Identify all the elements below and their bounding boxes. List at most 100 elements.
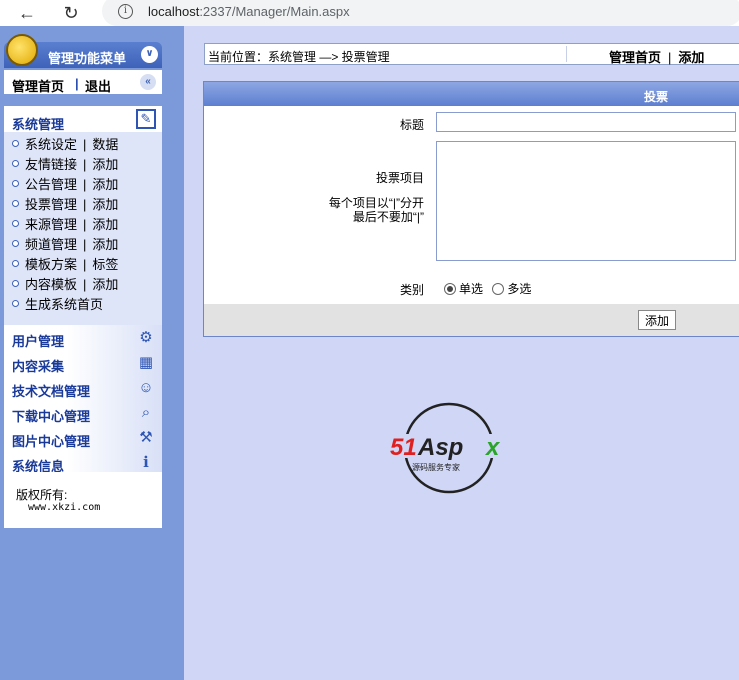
sidebar-item-separator: | [83,137,87,152]
add-link[interactable]: 添加 [678,50,704,65]
items-label: 投票项目 [375,171,424,185]
manage-home-link[interactable]: 管理首页 [609,50,661,65]
logo-tagline: 源码服务专家 [412,462,460,472]
multiple-choice-radio[interactable] [492,283,505,295]
sidebar-group[interactable]: 下载中心管理 ⌕ [4,400,162,425]
logo-number: 51 [390,434,417,461]
location-links: 管理首页 | 添加 [609,47,704,66]
sidebar-item-link[interactable]: 来源管理 [25,217,77,232]
bullet-icon [12,220,19,227]
browser-toolbar: ← ↻ i localhost:2337/Manager/Main.aspx [0,0,739,26]
sidebar-item-separator: | [83,217,87,232]
single-choice-radio[interactable] [444,283,456,295]
sidebar-item-action-link[interactable]: 添加 [92,177,118,192]
bullet-icon [12,180,19,187]
sidebar-item-link[interactable]: 公告管理 [25,177,77,192]
sidebar-menu-row: 系统设定 | 数据 [12,134,118,154]
reload-icon[interactable]: ↻ [56,0,86,26]
51aspx-logo: 51 Asp x 源码服务专家 [384,402,514,494]
sidebar-item-action-link[interactable]: 添加 [92,157,118,172]
sidebar-item-action-link[interactable]: 添加 [92,217,118,232]
bullet-icon [12,240,19,247]
bullet-icon [12,280,19,287]
system-management-header[interactable]: 系统管理 ✎ [4,106,162,132]
single-choice-label[interactable]: 单选 [459,282,483,296]
multiple-choice-label[interactable]: 多选 [507,282,531,296]
sidebar-item-separator: | [83,197,87,212]
sidebar-menu-row: 内容模板 | 添加 [12,274,118,294]
items-hint-line2: 最后不要加“|” [352,210,424,224]
sidebar-group-label: 图片中心管理 [12,434,91,449]
sidebar-item-link[interactable]: 系统设定 [25,137,77,152]
sidebar-group-label: 用户管理 [12,334,65,349]
sidebar-item-link[interactable]: 生成系统首页 [25,297,103,312]
site-info-icon[interactable]: i [118,4,133,19]
sidebar-menu-row: 频道管理 | 添加 [12,234,118,254]
breadcrumb: 当前位置：系统管理 —> 投票管理 [208,50,390,64]
title-input[interactable] [436,112,736,132]
bullet-icon [12,140,19,147]
sidebar-item-action-link[interactable]: 添加 [92,197,118,212]
items-textarea[interactable] [436,141,736,261]
menu-header: 管理功能菜单 ∨ [4,34,162,68]
sidebar-item-link[interactable]: 友情链接 [25,157,77,172]
bullet-icon [12,260,19,267]
sidebar-group[interactable]: 内容采集 ▦ [4,350,162,375]
sidebar-item-action-link[interactable]: 数据 [92,137,118,152]
sidebar-menu-row: 友情链接 | 添加 [12,154,118,174]
copyright-url: www.xkzi.com [28,502,101,513]
person-icon: ☺ [138,378,154,396]
main-content: 当前位置：系统管理 —> 投票管理 管理首页 | 添加 投票 标题 投票项目 每个项… [184,26,739,680]
add-button[interactable]: 添加 [638,310,676,330]
vote-form: 投票 标题 投票项目 每个项目以“|”分开 最后不要加“|” 类别 单选 多选 … [203,81,739,337]
quick-home-link[interactable]: 管理首页 [12,76,64,95]
collapse-menu-icon[interactable]: ∨ [141,46,158,63]
location-link-separator: | [668,50,672,65]
sidebar-menu-row: 模板方案 | 标签 [12,254,118,274]
sidebar-group[interactable]: 技术文档管理 ☺ [4,375,162,400]
sidebar-item-action-link[interactable]: 添加 [92,277,118,292]
location-bar: 当前位置：系统管理 —> 投票管理 管理首页 | 添加 [204,43,739,65]
sidebar-item-action-link[interactable]: 标签 [92,257,118,272]
location-divider [566,46,567,62]
url-text[interactable]: localhost:2337/Manager/Main.aspx [148,4,350,19]
sidebar-item-link[interactable]: 频道管理 [25,237,77,252]
collapse-sidebar-icon[interactable]: « [140,74,156,90]
bullet-icon [12,200,19,207]
menu-logo-icon [6,34,38,66]
system-management-title: 系统管理 [12,117,65,132]
sidebar-group-label: 内容采集 [12,359,65,374]
bullet-icon [12,300,19,307]
items-hint-line1: 每个项目以“|”分开 [328,196,424,210]
sidebar-item-link[interactable]: 投票管理 [25,197,77,212]
info-icon: ℹ [143,454,149,471]
back-arrow-icon[interactable]: ← [12,0,42,26]
sidebar-group-label: 下载中心管理 [12,409,91,424]
form-title: 投票 [644,90,669,104]
form-footer: 添加 [204,304,739,336]
users-icon: ⚙ [139,329,153,346]
sidebar-item-separator: | [83,277,87,292]
tools-icon: ⚒ [139,429,153,446]
bullet-icon [12,160,19,167]
menu-title: 管理功能菜单 [48,51,127,66]
sidebar-menu-row: 生成系统首页 [12,294,103,314]
items-hint: 每个项目以“|”分开 最后不要加“|” [329,196,424,224]
form-header: 投票 [204,82,739,106]
sidebar-item-action-link[interactable]: 添加 [92,237,118,252]
sidebar-group[interactable]: 图片中心管理 ⚒ [4,425,162,450]
system-management-panel: 系统管理 ✎ 系统设定 | 数据 友情链接 | 添加 公告管理 | 添加 投票管理 | 添加 来源管理 |… [4,106,162,338]
sidebar: 管理功能菜单 ∨ 管理首页 | 退出 « 系统管理 ✎ 系统设定 | 数据 友情链接 |… [0,26,184,680]
magnifier-icon: ⌕ [141,403,151,421]
title-label: 标题 [399,118,424,132]
sidebar-item-link[interactable]: 内容模板 [25,277,77,292]
sidebar-item-link[interactable]: 模板方案 [25,257,77,272]
sidebar-group[interactable]: 用户管理 ⚙ [4,325,162,350]
edit-icon: ✎ [136,109,156,129]
sidebar-item-separator: | [83,257,87,272]
sidebar-item-separator: | [83,237,87,252]
logout-link[interactable]: 退出 [85,76,111,95]
logo-word: Asp [417,434,463,461]
type-label: 类别 [399,283,424,297]
quick-nav: 管理首页 | 退出 « [4,70,162,94]
